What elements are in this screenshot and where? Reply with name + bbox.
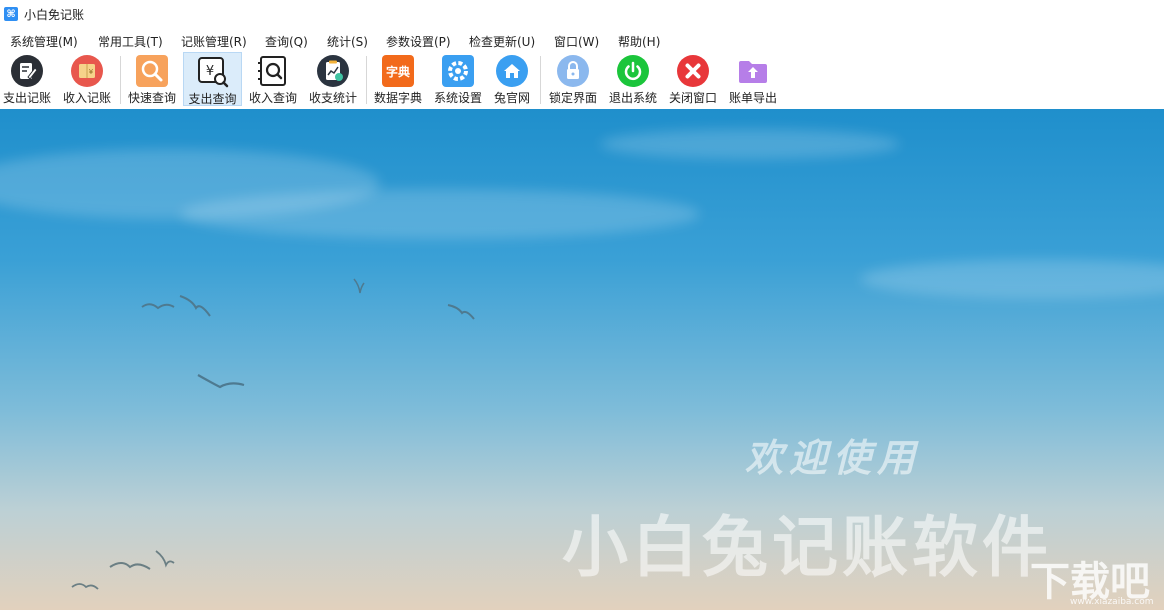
title-bar: ⌘ 小白免记账: [0, 0, 1164, 28]
cloud: [860, 259, 1164, 299]
close-icon: [677, 55, 709, 87]
menu-accounts[interactable]: 记账管理(R): [181, 33, 247, 50]
clipboard-chart-icon: [317, 55, 349, 87]
gear-icon: [442, 55, 474, 87]
toolbar: 支出记账 ¥ 收入记账 快速查询 ¥ 支出查询 收入查询 收支统计 字典 数据字…: [0, 52, 1164, 108]
power-icon: [617, 55, 649, 87]
close-window-button[interactable]: 关闭窗口: [665, 52, 721, 106]
dictionary-icon: 字典: [382, 55, 414, 87]
home-icon: [496, 55, 528, 87]
menu-update[interactable]: 检查更新(U): [469, 33, 535, 50]
window-title: 小白免记账: [24, 7, 85, 22]
income-entry-button[interactable]: ¥ 收入记账: [58, 52, 116, 106]
tool-label: 关闭窗口: [668, 91, 717, 105]
menu-help[interactable]: 帮助(H): [618, 33, 660, 50]
tool-label: 支出记账: [2, 91, 51, 105]
quick-search-button[interactable]: 快速查询: [124, 52, 180, 106]
tool-label: 快速查询: [127, 91, 176, 105]
toolbar-separator: [366, 56, 367, 104]
welcome-text: 欢迎使用: [745, 435, 922, 480]
bird-icon: [197, 374, 245, 389]
exit-system-button[interactable]: 退出系统: [605, 52, 661, 106]
app-logo-icon: ⌘: [4, 7, 18, 21]
menu-system[interactable]: 系统管理(M): [10, 33, 78, 50]
edit-notebook-icon: [11, 55, 43, 87]
system-settings-button[interactable]: 系统设置: [430, 52, 486, 106]
menu-params[interactable]: 参数设置(P): [386, 33, 451, 50]
svg-text:¥: ¥: [89, 68, 94, 76]
bird-icon: [109, 562, 151, 570]
tool-label: 收入记账: [62, 91, 111, 105]
yuan-search-icon: ¥: [197, 56, 229, 88]
bird-icon: [71, 583, 99, 590]
watermark-url: www.xiazaiba.com: [1070, 597, 1154, 607]
welcome-background: 欢迎使用 小白兔记账软件 下载吧 www.xiazaiba.com: [0, 109, 1164, 610]
magnifier-icon: [136, 55, 168, 87]
expense-entry-button[interactable]: 支出记账: [0, 52, 54, 106]
toolbar-separator: [120, 56, 121, 104]
bird-icon: [179, 295, 211, 317]
menu-bar: 系统管理(M) 常用工具(T) 记账管理(R) 查询(Q) 统计(S) 参数设置…: [0, 30, 1164, 52]
product-name: 小白兔记账软件: [562, 508, 1052, 586]
dictionary-glyph: 字典: [385, 64, 410, 79]
expense-search-button[interactable]: ¥ 支出查询: [183, 52, 242, 106]
tool-label: 支出查询: [188, 92, 237, 106]
bird-icon: [353, 278, 365, 294]
menu-stats[interactable]: 统计(S): [327, 33, 368, 50]
svg-text:¥: ¥: [205, 64, 213, 79]
tool-label: 锁定界面: [548, 91, 597, 105]
bird-icon: [447, 304, 475, 320]
data-dictionary-button[interactable]: 字典 数据字典: [370, 52, 426, 106]
bill-export-button[interactable]: 账单导出: [725, 52, 781, 106]
tool-label: 退出系统: [608, 91, 657, 105]
tool-label: 账单导出: [728, 91, 777, 105]
bird-icon: [155, 550, 175, 568]
income-search-button[interactable]: 收入查询: [245, 52, 301, 106]
notebook-search-icon: [257, 55, 289, 87]
official-site-button[interactable]: 兔官网: [490, 52, 534, 106]
tool-label: 收支统计: [308, 91, 357, 105]
tool-label: 收入查询: [248, 91, 297, 105]
lock-icon: [557, 55, 589, 87]
cloud: [180, 189, 700, 239]
folder-upload-icon: [737, 55, 769, 87]
toolbar-separator: [540, 56, 541, 104]
income-book-icon: ¥: [71, 55, 103, 87]
cloud: [600, 129, 900, 159]
menu-tools[interactable]: 常用工具(T): [98, 33, 163, 50]
tool-label: 系统设置: [433, 91, 482, 105]
bird-icon: [141, 303, 175, 310]
tool-label: 数据字典: [373, 91, 422, 105]
menu-window[interactable]: 窗口(W): [554, 33, 599, 50]
stats-button[interactable]: 收支统计: [304, 52, 362, 106]
tool-label: 兔官网: [493, 91, 530, 105]
lock-screen-button[interactable]: 锁定界面: [544, 52, 602, 106]
menu-query[interactable]: 查询(Q): [265, 33, 308, 50]
